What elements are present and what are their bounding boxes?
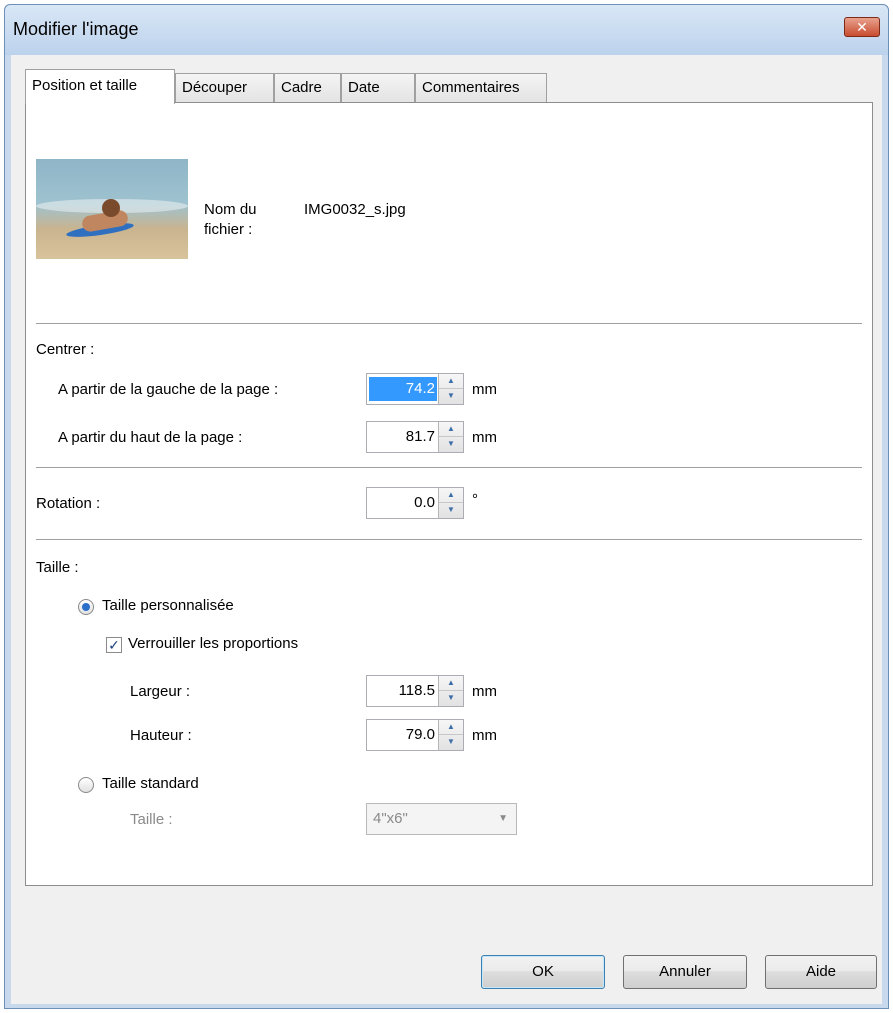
tab-commentaires[interactable]: Commentaires	[415, 73, 547, 103]
spin-up-icon[interactable]: ▲	[439, 720, 463, 735]
spinner-arrows[interactable]: ▲ ▼	[438, 720, 463, 750]
custom-size-radio[interactable]	[78, 599, 94, 615]
help-button[interactable]: Aide	[765, 955, 877, 989]
dialog-window: Modifier l'image ✕ Position et taille Dé…	[4, 4, 889, 1009]
from-top-spinner[interactable]: 81.7 ▲ ▼	[366, 421, 464, 453]
spin-up-icon[interactable]: ▲	[439, 422, 463, 437]
image-thumbnail	[36, 159, 188, 259]
rotation-unit: °	[472, 491, 478, 508]
width-spinner[interactable]: 118.5 ▲ ▼	[366, 675, 464, 707]
tab-panel: Nom du fichier : IMG0032_s.jpg Centrer :…	[25, 102, 873, 886]
tab-cadre[interactable]: Cadre	[274, 73, 341, 103]
center-heading: Centrer :	[36, 341, 95, 358]
standard-size-label[interactable]: Taille standard	[102, 775, 199, 792]
from-top-label: A partir du haut de la page :	[58, 429, 243, 446]
std-size-value: 4"x6"	[373, 810, 408, 827]
rotation-spinner[interactable]: 0.0 ▲ ▼	[366, 487, 464, 519]
from-top-input[interactable]: 81.7	[369, 425, 437, 449]
tab-label: Découper	[182, 79, 248, 96]
chevron-down-icon[interactable]: ▼	[498, 804, 508, 834]
close-button[interactable]: ✕	[844, 17, 880, 37]
spinner-arrows[interactable]: ▲ ▼	[438, 676, 463, 706]
from-left-unit: mm	[472, 381, 497, 398]
spin-down-icon[interactable]: ▼	[439, 503, 463, 518]
spinner-arrows[interactable]: ▲ ▼	[438, 374, 463, 404]
std-size-select[interactable]: 4"x6" ▼	[366, 803, 517, 835]
window-title: Modifier l'image	[13, 19, 139, 39]
spinner-arrows[interactable]: ▲ ▼	[438, 422, 463, 452]
tab-position-et-taille[interactable]: Position et taille	[25, 69, 175, 104]
separator	[36, 539, 862, 541]
spinner-arrows[interactable]: ▲ ▼	[438, 488, 463, 518]
lock-proportions-checkbox[interactable]: ✓	[106, 637, 122, 653]
dialog-client: Position et taille Découper Cadre Date C…	[11, 55, 882, 1004]
rotation-input[interactable]: 0.0	[369, 491, 437, 515]
separator	[36, 467, 862, 469]
ok-button[interactable]: OK	[481, 955, 605, 989]
spin-down-icon[interactable]: ▼	[439, 691, 463, 706]
spin-up-icon[interactable]: ▲	[439, 488, 463, 503]
rotation-label: Rotation :	[36, 495, 101, 512]
close-icon: ✕	[856, 19, 868, 35]
cancel-button[interactable]: Annuler	[623, 955, 747, 989]
from-left-label: A partir de la gauche de la page :	[58, 381, 279, 398]
from-top-unit: mm	[472, 429, 497, 446]
height-spinner[interactable]: 79.0 ▲ ▼	[366, 719, 464, 751]
file-name-value: IMG0032_s.jpg	[304, 201, 406, 218]
tab-decouper[interactable]: Découper	[175, 73, 274, 103]
separator	[36, 323, 862, 325]
custom-size-label[interactable]: Taille personnalisée	[102, 597, 234, 614]
spin-up-icon[interactable]: ▲	[439, 374, 463, 389]
standard-size-radio[interactable]	[78, 777, 94, 793]
spin-up-icon[interactable]: ▲	[439, 676, 463, 691]
tab-date[interactable]: Date	[341, 73, 415, 103]
tab-label: Position et taille	[32, 77, 138, 94]
height-input[interactable]: 79.0	[369, 723, 437, 747]
tab-label: Commentaires	[422, 79, 520, 96]
tab-label: Date	[348, 79, 380, 96]
title-bar[interactable]: Modifier l'image ✕	[5, 5, 888, 55]
tab-label: Cadre	[281, 79, 322, 96]
height-label: Hauteur :	[130, 727, 192, 744]
size-heading: Taille :	[36, 559, 79, 576]
spin-down-icon[interactable]: ▼	[439, 389, 463, 404]
from-left-spinner[interactable]: 74.2 ▲ ▼	[366, 373, 464, 405]
lock-proportions-label[interactable]: Verrouiller les proportions	[128, 635, 298, 652]
width-label: Largeur :	[130, 683, 191, 700]
file-name-label-line1: Nom du	[204, 201, 257, 218]
spin-down-icon[interactable]: ▼	[439, 437, 463, 452]
from-left-input[interactable]: 74.2	[369, 377, 437, 401]
width-input[interactable]: 118.5	[369, 679, 437, 703]
std-size-label: Taille :	[130, 811, 173, 828]
file-name-label-line2: fichier :	[204, 221, 253, 238]
height-unit: mm	[472, 727, 497, 744]
width-unit: mm	[472, 683, 497, 700]
spin-down-icon[interactable]: ▼	[439, 735, 463, 750]
